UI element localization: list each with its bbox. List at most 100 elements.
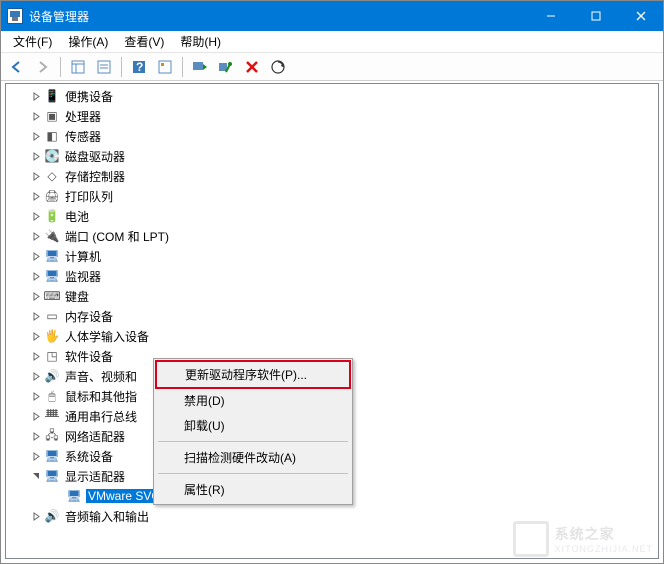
disk-drive-icon: 💽: [44, 148, 60, 164]
computer-icon: 🖥: [44, 248, 60, 264]
expand-icon[interactable]: [28, 428, 44, 444]
action-button[interactable]: [153, 55, 177, 79]
panel-icon: [71, 60, 85, 74]
help-button[interactable]: ?: [127, 55, 151, 79]
system-device-icon: 🖥: [44, 448, 60, 464]
action-icon: [158, 60, 172, 74]
toolbar: ?: [1, 53, 663, 81]
keyboard-icon: ⌨: [44, 288, 60, 304]
tree-node-label: 显示适配器: [64, 468, 126, 485]
minimize-button[interactable]: [528, 1, 573, 31]
close-icon: [636, 11, 646, 21]
tree-node[interactable]: ◧传感器: [6, 126, 658, 146]
expand-icon[interactable]: [28, 288, 44, 304]
memory-icon: ▭: [44, 308, 60, 324]
tree-node[interactable]: 💽磁盘驱动器: [6, 146, 658, 166]
tree-node-label: 声音、视频和: [64, 368, 138, 385]
expand-icon[interactable]: [28, 148, 44, 164]
context-menu: 更新驱动程序软件(P)... 禁用(D) 卸载(U) 扫描检测硬件改动(A) 属…: [153, 358, 353, 505]
processor-icon: ▣: [44, 108, 60, 124]
ctx-separator: [158, 473, 348, 474]
expand-icon[interactable]: [28, 248, 44, 264]
tree-node[interactable]: 🖨打印队列: [6, 186, 658, 206]
expand-icon[interactable]: [28, 228, 44, 244]
tree-node[interactable]: ▣处理器: [6, 106, 658, 126]
display-adapter-icon: 🖥: [66, 488, 82, 504]
back-button[interactable]: [5, 55, 29, 79]
tree-node-label: 存储控制器: [64, 168, 126, 185]
monitor-icon: 🖥: [44, 268, 60, 284]
back-arrow-icon: [10, 60, 24, 74]
audio-io-icon: 🔊: [44, 508, 60, 524]
tree-node[interactable]: 🖐人体学输入设备: [6, 326, 658, 346]
disable-button[interactable]: [214, 55, 238, 79]
ctx-update-driver[interactable]: 更新驱动程序软件(P)...: [155, 360, 351, 389]
tree-node-label: 磁盘驱动器: [64, 148, 126, 165]
collapse-icon[interactable]: [28, 468, 44, 484]
scan-icon: [271, 60, 285, 74]
menu-file[interactable]: 文件(F): [5, 31, 60, 52]
tree-node[interactable]: 📱便携设备: [6, 86, 658, 106]
tree-node-label: 电池: [64, 208, 90, 225]
close-button[interactable]: [618, 1, 663, 31]
portable-device-icon: 📱: [44, 88, 60, 104]
tree-node-label: 端口 (COM 和 LPT): [64, 228, 170, 245]
expand-icon[interactable]: [28, 208, 44, 224]
ctx-properties[interactable]: 属性(R): [156, 477, 350, 502]
expand-icon[interactable]: [28, 408, 44, 424]
show-hide-tree-button[interactable]: [66, 55, 90, 79]
tree-node-label: 计算机: [64, 248, 102, 265]
properties-icon: [97, 60, 111, 74]
scan-hardware-button[interactable]: [266, 55, 290, 79]
tree-node-label: 监视器: [64, 268, 102, 285]
tree-node[interactable]: 🔊音频输入和输出: [6, 506, 658, 526]
tree-node-label: 网络适配器: [64, 428, 126, 445]
menu-action[interactable]: 操作(A): [60, 31, 116, 52]
expand-icon[interactable]: [28, 368, 44, 384]
software-device-icon: ◳: [44, 348, 60, 364]
menu-view[interactable]: 查看(V): [116, 31, 172, 52]
uninstall-button[interactable]: [240, 55, 264, 79]
tree-node[interactable]: ⌨键盘: [6, 286, 658, 306]
expand-icon[interactable]: [28, 168, 44, 184]
ctx-uninstall[interactable]: 卸载(U): [156, 413, 350, 438]
expand-icon[interactable]: [28, 128, 44, 144]
menu-help[interactable]: 帮助(H): [172, 31, 229, 52]
forward-arrow-icon: [36, 60, 50, 74]
expand-icon[interactable]: [28, 448, 44, 464]
network-adapter-icon: 🖧: [44, 428, 60, 444]
tree-node-label: 鼠标和其他指: [64, 388, 138, 405]
toolbar-separator: [60, 57, 61, 77]
expand-icon[interactable]: [28, 268, 44, 284]
tree-node[interactable]: 🔋电池: [6, 206, 658, 226]
tree-node[interactable]: 🔌端口 (COM 和 LPT): [6, 226, 658, 246]
expand-icon[interactable]: [28, 508, 44, 524]
update-driver-button[interactable]: [188, 55, 212, 79]
tree-node-label: 便携设备: [64, 88, 114, 105]
expand-icon[interactable]: [28, 328, 44, 344]
tree-node-label: 系统设备: [64, 448, 114, 465]
tree-node-label: 内存设备: [64, 308, 114, 325]
tree-node[interactable]: ▭内存设备: [6, 306, 658, 326]
expand-icon[interactable]: [28, 348, 44, 364]
expand-icon[interactable]: [28, 188, 44, 204]
ctx-disable[interactable]: 禁用(D): [156, 388, 350, 413]
sensor-icon: ◧: [44, 128, 60, 144]
properties-button[interactable]: [92, 55, 116, 79]
tree-node-label: 音频输入和输出: [64, 508, 150, 525]
expand-icon[interactable]: [28, 88, 44, 104]
help-icon: ?: [132, 60, 146, 74]
forward-button[interactable]: [31, 55, 55, 79]
expand-icon[interactable]: [28, 308, 44, 324]
tree-node[interactable]: ◇存储控制器: [6, 166, 658, 186]
tree-node[interactable]: 🖥监视器: [6, 266, 658, 286]
window-title: 设备管理器: [29, 8, 528, 25]
hid-icon: 🖐: [44, 328, 60, 344]
expand-icon: [50, 488, 66, 504]
tree-node[interactable]: 🖥计算机: [6, 246, 658, 266]
expand-icon[interactable]: [28, 388, 44, 404]
maximize-button[interactable]: [573, 1, 618, 31]
tree-node-label: 键盘: [64, 288, 90, 305]
ctx-scan-hardware[interactable]: 扫描检测硬件改动(A): [156, 445, 350, 470]
expand-icon[interactable]: [28, 108, 44, 124]
